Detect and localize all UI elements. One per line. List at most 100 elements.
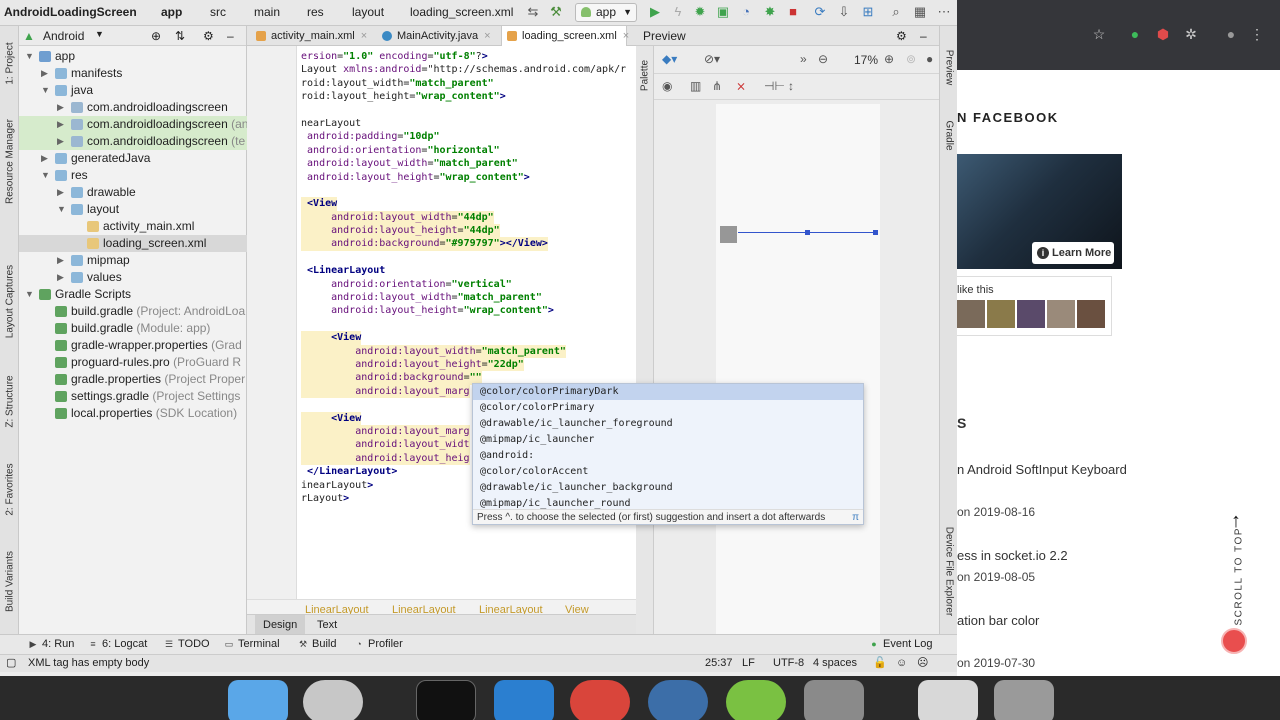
code-line[interactable]: 17 <LinearLayout (297, 264, 636, 277)
tree-item[interactable]: ▼ res (19, 167, 247, 184)
tree-item[interactable]: ▼ app (19, 48, 247, 65)
line-separator[interactable]: LF (742, 655, 755, 672)
tab-loading-screen[interactable]: loading_screen.xml × (501, 26, 629, 46)
run-configuration-select[interactable]: app ▼ (575, 3, 637, 22)
tree-item[interactable]: ▶ com.androidloadingscreen (19, 99, 247, 116)
profile-icon[interactable]: ◔ (738, 4, 754, 20)
code-line[interactable]: 24 android:layout_height="22dp" (297, 357, 636, 372)
menu-kebab-icon[interactable]: ⋮ (1249, 26, 1265, 42)
launchpad-icon[interactable] (303, 680, 363, 720)
tool-window-favorites[interactable]: 2: Favorites (5, 440, 16, 540)
avatar[interactable] (957, 300, 985, 328)
code-line[interactable]: 10 android:layout_height="wrap_content"> (297, 171, 636, 184)
code-line[interactable]: 3roid:layout_width="match_parent" (297, 77, 636, 90)
gear-icon[interactable]: ⚙ (203, 29, 214, 43)
preview-view-square[interactable] (720, 226, 737, 243)
finder-icon[interactable] (228, 680, 288, 720)
pi-icon[interactable]: π (852, 510, 859, 525)
caret-position[interactable]: 25:37 (705, 655, 733, 672)
code-line[interactable]: 16 (297, 251, 636, 264)
search-icon[interactable]: ⌕ (888, 4, 904, 20)
autocomplete-item[interactable]: @color/colorPrimary (473, 400, 863, 416)
tool-window-palette[interactable]: Palette (640, 26, 651, 126)
chevron-right-icon[interactable]: ▶ (41, 150, 51, 167)
eye-icon[interactable]: ◉ (662, 79, 672, 93)
tree-item[interactable]: gradle.properties (Project Proper (19, 371, 247, 388)
tool-run[interactable]: ▶ 4: Run (28, 638, 75, 650)
avatar[interactable] (987, 300, 1015, 328)
tool-build[interactable]: ⚒ Build (298, 638, 337, 650)
tree-item[interactable]: activity_main.xml (19, 218, 247, 235)
tree-item[interactable]: ▶ com.androidloadingscreen (an (19, 116, 247, 133)
stop-icon[interactable]: ■ (785, 4, 801, 20)
code-line[interactable]: 6nearLayout (297, 117, 636, 130)
code-line[interactable]: 14 android:layout_height="44dp" (297, 224, 636, 238)
debug-icon[interactable]: ✹ (692, 4, 708, 20)
status-icon[interactable]: ▢ (6, 655, 16, 672)
sad-face-icon[interactable]: ☹ (917, 655, 928, 672)
code-line[interactable]: 5 (297, 104, 636, 117)
tree-item[interactable]: ▶ values (19, 269, 247, 286)
post-title-1[interactable]: n Android SoftInput Keyboard (957, 462, 1127, 477)
code-line[interactable]: 11 (297, 184, 636, 197)
chevron-down-icon[interactable]: ▼ (41, 167, 51, 184)
chevron-down-icon[interactable]: ▼ (57, 201, 67, 218)
tool-window-resource-manager[interactable]: Resource Manager (5, 112, 16, 212)
tool-window-layout-captures[interactable]: Layout Captures (5, 252, 16, 352)
tree-item[interactable]: proguard-rules.pro (ProGuard R (19, 354, 247, 371)
zoom-fit-icon[interactable]: ⊚ (906, 52, 916, 66)
extension-green-icon[interactable]: ● (1127, 26, 1143, 42)
collapse-icon[interactable]: ⇅ (175, 29, 185, 43)
extension-icon[interactable]: ✲ (1183, 26, 1199, 42)
tree-item[interactable]: ▼ Gradle Scripts (19, 286, 247, 303)
code-line[interactable]: 7 android:padding="10dp" (297, 130, 636, 143)
layers-icon[interactable]: ◆▾ (662, 52, 677, 66)
post-title-3[interactable]: ation bar color (957, 613, 1039, 628)
chrome-icon[interactable] (570, 680, 630, 720)
align-horizontal-icon[interactable]: ⊣⊢ (764, 79, 785, 93)
tree-item[interactable]: loading_screen.xml (19, 235, 247, 252)
zoom-out-icon[interactable]: ⊖ (818, 52, 828, 66)
code-line[interactable]: 19 android:layout_width="match_parent" (297, 291, 636, 304)
coverage-icon[interactable]: ▣ (715, 4, 731, 20)
autocomplete-item[interactable]: @color/colorAccent (473, 464, 863, 480)
tree-item[interactable]: ▶ com.androidloadingscreen (te (19, 133, 247, 150)
floating-action-button[interactable] (1221, 628, 1247, 654)
tree-item[interactable]: ▶ drawable (19, 184, 247, 201)
scroll-to-top-button[interactable]: ↑ SCROLL TO TOP (1219, 510, 1259, 626)
file-encoding[interactable]: UTF-8 (773, 655, 804, 672)
align-vertical-icon[interactable]: ↕ (788, 79, 794, 93)
chevron-right-icon[interactable]: ▶ (57, 116, 67, 133)
chevron-right-icon[interactable]: ▶ (57, 99, 67, 116)
breadcrumb-file[interactable]: loading_screen.xml (410, 5, 513, 19)
tab-design[interactable]: Design (255, 615, 306, 635)
pan-icon[interactable]: ▥ (690, 79, 701, 93)
chevron-right-icon[interactable]: ▶ (57, 184, 67, 201)
tool-profiler[interactable]: ◔ Profiler (354, 638, 403, 650)
attach-debugger-icon[interactable]: ✸ (762, 4, 778, 20)
tree-item[interactable]: ▶ generatedJava (19, 150, 247, 167)
expand-icon[interactable]: » (800, 52, 807, 66)
autocomplete-item[interactable]: @android: (473, 448, 863, 464)
resize-handle[interactable] (805, 230, 810, 235)
trash-icon[interactable] (994, 680, 1054, 720)
code-line[interactable]: 18 android:orientation="vertical" (297, 278, 636, 291)
chevron-down-icon[interactable]: ▼ (95, 29, 104, 39)
breadcrumb-src[interactable]: src (210, 5, 226, 19)
app-icon[interactable] (804, 680, 864, 720)
close-icon[interactable]: × (484, 30, 490, 42)
terminal-icon[interactable] (416, 680, 476, 720)
tool-window-build-variants[interactable]: Build Variants (5, 532, 16, 632)
resize-handle[interactable] (873, 230, 878, 235)
code-line[interactable]: 4roid:layout_height="wrap_content"> (297, 90, 636, 103)
tab-main-activity[interactable]: MainActivity.java × (377, 26, 501, 46)
autocomplete-item[interactable]: @mipmap/ic_launcher (473, 432, 863, 448)
tool-terminal[interactable]: ▭ Terminal (224, 638, 280, 650)
tree-item[interactable]: build.gradle (Project: AndroidLoa (19, 303, 247, 320)
project-view-select[interactable]: Android (43, 29, 84, 43)
chevron-right-icon[interactable]: ▶ (57, 133, 67, 150)
gear-icon[interactable]: ⚙ (896, 26, 907, 46)
code-line[interactable]: 20 android:layout_height="wrap_content"> (297, 304, 636, 317)
tool-window-structure[interactable]: Z: Structure (5, 352, 16, 452)
code-line[interactable]: 9 android:layout_width="match_parent" (297, 157, 636, 170)
